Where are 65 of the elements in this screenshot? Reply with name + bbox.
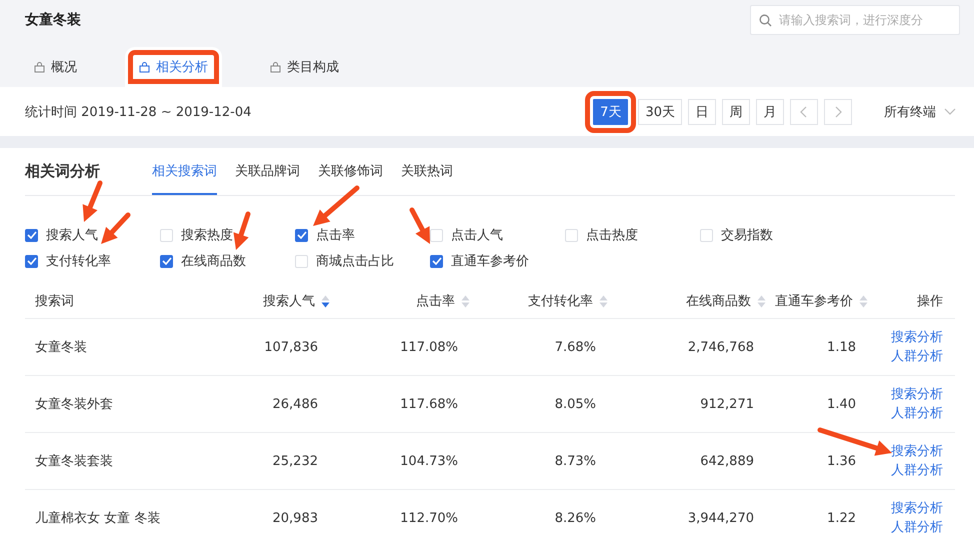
table-cell: 2,746,768 (688, 340, 754, 354)
checkbox-label: 交易指数 (721, 227, 773, 244)
table-cell: 1.22 (827, 510, 856, 526)
action-link[interactable]: 人群分析 (891, 462, 943, 480)
table-cell: 1.18 (827, 340, 856, 354)
checkbox-label: 点击热度 (586, 227, 638, 244)
table-cell-text: 女童冬装 (35, 339, 87, 356)
column-header: 点击率 (416, 293, 455, 310)
table-cell: 117.68% (400, 396, 458, 412)
table-cell: 117.08% (400, 340, 458, 354)
table-cell: 107,836 (264, 340, 318, 354)
sub-tab[interactable]: 关联品牌词 (235, 148, 300, 195)
checkbox-label: 搜索热度 (181, 227, 233, 244)
sub-tab[interactable]: 关联热词 (401, 148, 453, 195)
table-cell-text: 女童冬装套装 (35, 453, 113, 470)
table-cell: 3,944,270 (688, 510, 754, 526)
table-cell: 8.26% (554, 510, 596, 526)
sub-tab[interactable]: 关联修饰词 (318, 148, 383, 195)
table-cell: 20,983 (272, 510, 318, 526)
page-title: 女童冬装 (25, 11, 81, 29)
period-button[interactable]: 日 (688, 98, 716, 124)
period-button[interactable]: 月 (756, 98, 784, 124)
search-field[interactable]: 请输入搜索词，进行深度分 (750, 5, 960, 35)
table-cell: 25,232 (272, 454, 318, 468)
action-link[interactable]: 搜索分析 (891, 442, 943, 460)
column-header: 在线商品数 (686, 293, 751, 310)
tab[interactable]: 类目构成 (256, 47, 353, 87)
sub-tab[interactable]: 相关搜索词 (152, 148, 217, 195)
checkbox-label: 搜索人气 (46, 227, 98, 244)
table-cell: 7.68% (554, 340, 596, 354)
tab[interactable]: 概况 (20, 47, 91, 87)
table-cell: 112.70% (400, 510, 458, 526)
terminal-select[interactable]: 所有终端 (884, 102, 956, 120)
action-link[interactable]: 人群分析 (891, 348, 943, 366)
table-cell-text: 儿童棉衣女 女童 冬装 (35, 510, 160, 527)
column-header: 直通车参考价 (775, 293, 853, 310)
period-button[interactable]: 30天 (638, 98, 682, 124)
action-link[interactable]: 搜索分析 (891, 500, 943, 518)
checkbox-label: 点击率 (316, 227, 355, 244)
action-link[interactable]: 人群分析 (891, 518, 943, 536)
table-cell: 8.05% (554, 396, 596, 412)
tab[interactable]: 相关分析 (125, 47, 222, 87)
date-range: 统计时间 2019-11-28 ~ 2019-12-04 (25, 104, 252, 120)
action-link[interactable]: 人群分析 (891, 404, 943, 422)
checkbox-label: 直通车参考价 (451, 253, 529, 270)
column-header: 操作 (917, 293, 943, 310)
checkbox-label: 点击人气 (451, 227, 503, 244)
table-cell: 642,889 (700, 454, 754, 468)
table-cell: 1.40 (827, 396, 856, 412)
action-link[interactable]: 搜索分析 (891, 386, 943, 404)
table-cell-text: 女童冬装外套 (35, 396, 113, 413)
checkbox-label: 商城点击占比 (316, 253, 394, 270)
table-cell: 26,486 (272, 396, 318, 412)
column-header: 支付转化率 (528, 293, 593, 310)
table-cell: 104.73% (400, 454, 458, 468)
column-header: 搜索词 (35, 293, 74, 310)
checkbox-label: 在线商品数 (181, 253, 246, 270)
section-title: 相关词分析 (25, 162, 100, 181)
action-link[interactable]: 搜索分析 (891, 328, 943, 346)
table-cell: 1.36 (827, 454, 856, 468)
table-cell: 912,271 (700, 396, 754, 412)
checkbox-label: 支付转化率 (46, 253, 111, 270)
table-cell: 8.73% (554, 454, 596, 468)
period-button[interactable]: 周 (722, 98, 750, 124)
column-header: 搜索人气 (263, 293, 315, 310)
